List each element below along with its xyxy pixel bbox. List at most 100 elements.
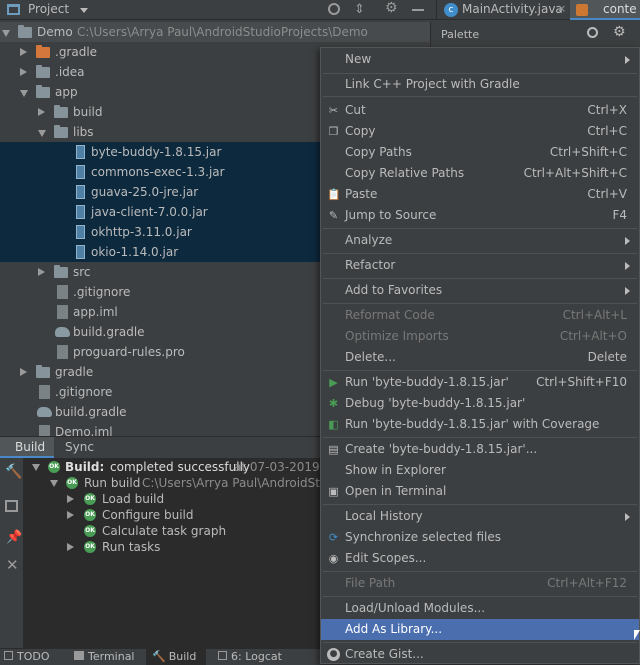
build-step-row[interactable]: OK Configure build xyxy=(66,507,320,523)
logcat-label: 6: Logcat xyxy=(231,650,282,663)
build-button[interactable]: 🔨 Build xyxy=(146,649,206,665)
hammer-icon[interactable]: 🔨 xyxy=(5,464,22,480)
close-icon[interactable]: × xyxy=(557,2,566,15)
tab-build[interactable]: Build xyxy=(0,437,54,458)
gear-icon[interactable]: ⚙ xyxy=(613,24,626,40)
menu-item-run-coverage[interactable]: ◧ Run 'byte-buddy-1.8.15.jar' with Covera… xyxy=(321,414,639,435)
build-step-row[interactable]: OK Load build xyxy=(66,491,320,507)
menu-item-reformat-code[interactable]: Reformat Code Ctrl+Alt+L xyxy=(321,305,639,326)
tree-row-jar[interactable]: guava-25.0-jre.jar xyxy=(0,182,320,202)
menu-item-run[interactable]: ▶ Run 'byte-buddy-1.8.15.jar' Ctrl+Shift+F… xyxy=(321,372,639,393)
project-view-dropdown-icon[interactable] xyxy=(80,8,88,13)
todo-button[interactable]: TODO xyxy=(4,649,50,665)
jar-icon xyxy=(76,185,85,199)
run-build-path: C:\Users\Arrya Paul\AndroidStudi xyxy=(142,476,339,490)
menu-item-load-unload-modules[interactable]: Load/Unload Modules... xyxy=(321,598,639,619)
tree-row[interactable]: build xyxy=(0,102,320,122)
logcat-button[interactable]: 6: Logcat xyxy=(218,649,282,665)
tree-row-jar[interactable]: okhttp-3.11.0.jar xyxy=(0,222,320,242)
menu-item-create-config[interactable]: ▤ Create 'byte-buddy-1.8.15.jar'... xyxy=(321,439,639,460)
build-status-row[interactable]: OK Build: completed successfully at 07-0… xyxy=(30,459,339,475)
tree-row-jar[interactable]: okio-1.14.0.jar xyxy=(0,242,320,262)
tree-row[interactable]: build.gradle xyxy=(0,402,320,422)
tree-row[interactable]: Demo.iml xyxy=(0,422,320,436)
expand-arrow-icon[interactable] xyxy=(38,130,46,137)
search-icon[interactable] xyxy=(587,27,598,38)
build-step-label: Configure build xyxy=(102,508,194,522)
menu-item-show-in-explorer[interactable]: Show in Explorer xyxy=(321,460,639,481)
hide-icon[interactable] xyxy=(412,9,424,11)
menu-item-synchronize[interactable]: ⟳ Synchronize selected files xyxy=(321,527,639,548)
menu-item-copy-paths[interactable]: Copy Paths Ctrl+Shift+C xyxy=(321,142,639,163)
expand-arrow-icon[interactable] xyxy=(67,543,74,551)
tree-row[interactable]: app xyxy=(0,82,320,102)
menu-item-create-gist[interactable]: ● Create Gist... xyxy=(321,644,639,665)
menu-separator xyxy=(323,642,637,643)
menu-item-file-path[interactable]: File Path Ctrl+Alt+F12 xyxy=(321,573,639,594)
menu-item-copy[interactable]: ❐ Copy Ctrl+C xyxy=(321,121,639,142)
expand-arrow-icon[interactable] xyxy=(20,48,27,56)
locate-icon[interactable] xyxy=(328,3,340,15)
menu-item-optimize-imports[interactable]: Optimize Imports Ctrl+Alt+O xyxy=(321,326,639,347)
gear-icon[interactable]: ⚙ xyxy=(385,0,398,16)
build-step-row[interactable]: OK Calculate task graph xyxy=(66,523,320,539)
menu-item-link-cpp[interactable]: Link C++ Project with Gradle xyxy=(321,74,639,95)
menu-item-refactor[interactable]: Refactor xyxy=(321,255,639,276)
tree-row[interactable]: build.gradle xyxy=(0,322,320,342)
tab-label: Sync xyxy=(65,440,94,454)
tree-row-jar[interactable]: byte-buddy-1.8.15.jar xyxy=(0,142,320,162)
menu-item-add-as-library[interactable]: Add As Library... xyxy=(321,619,639,640)
tree-row-jar[interactable]: java-client-7.0.0.jar xyxy=(0,202,320,222)
expand-arrow-icon[interactable] xyxy=(20,68,27,76)
tree-row-root[interactable]: Demo C:\Users\Arrya Paul\AndroidStudioPr… xyxy=(0,22,430,42)
palette-label: Palette xyxy=(441,28,480,41)
expand-arrow-icon[interactable] xyxy=(2,30,10,37)
menu-item-paste[interactable]: 📋 Paste Ctrl+V xyxy=(321,184,639,205)
collapse-arrow-icon[interactable] xyxy=(50,480,58,487)
menu-item-copy-relative-paths[interactable]: Copy Relative Paths Ctrl+Alt+Shift+C xyxy=(321,163,639,184)
menu-item-debug[interactable]: ✱ Debug 'byte-buddy-1.8.15.jar' xyxy=(321,393,639,414)
tab-content[interactable]: conte xyxy=(570,0,640,20)
menu-item-jump-to-source[interactable]: ✎ Jump to Source F4 xyxy=(321,205,639,226)
tree-row[interactable]: gradle xyxy=(0,362,320,382)
todo-icon xyxy=(4,651,13,660)
expand-arrow-icon[interactable] xyxy=(38,268,45,276)
menu-item-edit-scopes[interactable]: ◉ Edit Scopes... xyxy=(321,548,639,569)
tree-row[interactable]: .gitignore xyxy=(0,382,320,402)
menu-item-add-to-favorites[interactable]: Add to Favorites xyxy=(321,280,639,301)
file-icon xyxy=(57,285,68,299)
expand-arrow-icon[interactable] xyxy=(20,368,27,376)
tree-item-label: okio-1.14.0.jar xyxy=(91,245,179,259)
expand-arrow-icon[interactable] xyxy=(38,108,45,116)
tree-row[interactable]: .gitignore xyxy=(0,282,320,302)
tab-mainactivity[interactable]: c MainActivity.java × xyxy=(436,0,568,20)
menu-item-local-history[interactable]: Local History xyxy=(321,506,639,527)
menu-item-open-in-terminal[interactable]: ▣ Open in Terminal xyxy=(321,481,639,502)
build-step-row[interactable]: OK Run tasks xyxy=(66,539,320,555)
tree-item-label: okhttp-3.11.0.jar xyxy=(91,225,192,239)
project-panel-title[interactable]: Project xyxy=(28,2,69,16)
pin-icon[interactable]: 📌 xyxy=(6,530,22,545)
tree-row[interactable]: src xyxy=(0,262,320,282)
build-step-label: Load build xyxy=(102,492,165,506)
tree-row[interactable]: .gradle xyxy=(0,42,320,62)
collapse-arrow-icon[interactable] xyxy=(32,464,40,471)
tab-sync[interactable]: Sync xyxy=(54,437,104,458)
run-build-row[interactable]: OK Run build C:\Users\Arrya Paul\Android… xyxy=(48,475,339,491)
tree-row[interactable]: .idea xyxy=(0,62,320,82)
tree-row[interactable]: proguard-rules.pro xyxy=(0,342,320,362)
menu-item-new[interactable]: New xyxy=(321,49,639,70)
tree-row-jar[interactable]: commons-exec-1.3.jar xyxy=(0,162,320,182)
terminal-button[interactable]: Terminal xyxy=(74,649,135,665)
menu-item-delete[interactable]: Delete... Delete xyxy=(321,347,639,368)
tree-row[interactable]: libs xyxy=(0,122,320,142)
menu-item-analyze[interactable]: Analyze xyxy=(321,230,639,251)
toggle-view-icon[interactable] xyxy=(5,500,18,512)
menu-item-cut[interactable]: ✂ Cut Ctrl+X xyxy=(321,100,639,121)
expand-arrow-icon[interactable] xyxy=(67,511,74,519)
expand-arrow-icon[interactable] xyxy=(20,90,28,97)
tree-row[interactable]: app.iml xyxy=(0,302,320,322)
collapse-all-icon[interactable]: ⇕ xyxy=(354,2,365,17)
close-icon[interactable]: ✕ xyxy=(6,556,19,574)
expand-arrow-icon[interactable] xyxy=(67,495,74,503)
